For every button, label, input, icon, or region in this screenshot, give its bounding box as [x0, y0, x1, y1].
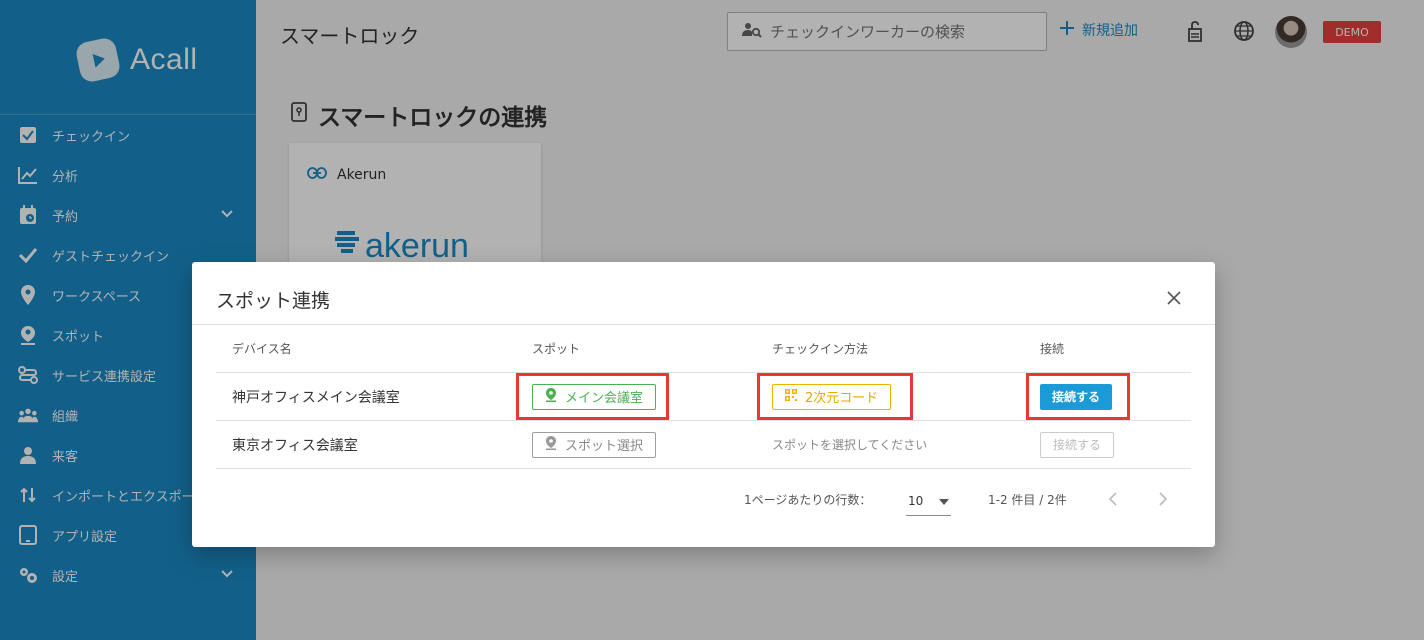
close-icon[interactable] [1162, 286, 1186, 310]
table-header-row: デバイス名 スポット チェックイン方法 接続 [216, 325, 1191, 373]
column-header-connect: 接続 [1040, 342, 1065, 356]
device-name: 神戸オフィスメイン会議室 [232, 389, 400, 406]
checkin-method-cell: スポットを選択してください [772, 421, 927, 468]
highlight-box [516, 373, 669, 420]
checkin-method-placeholder: スポットを選択してください [772, 438, 928, 452]
rows-per-page-value: 10 [908, 493, 924, 508]
spot-select-chip[interactable]: スポット選択 [532, 431, 657, 458]
spot-cell: スポット選択 [532, 421, 657, 468]
chevron-right-icon[interactable] [1158, 485, 1168, 513]
highlight-box [1026, 373, 1130, 420]
spot-chip-label: スポット選択 [565, 439, 644, 454]
rows-per-page-label: 1ページあたりの行数： [744, 492, 872, 507]
table-row: 東京オフィス会議室 スポット選択 スポットを選択してください 接続する [216, 421, 1191, 469]
column-header-spot: スポット [532, 342, 581, 356]
highlight-box [757, 373, 913, 420]
location-person-icon [545, 435, 557, 454]
column-header-checkin-method: チェックイン方法 [772, 342, 869, 356]
column-header-device: デバイス名 [232, 342, 292, 356]
connect-cell: 接続する [1040, 421, 1115, 468]
rows-per-page-select[interactable]: 10 [906, 486, 951, 516]
chevron-left-icon[interactable] [1108, 485, 1118, 513]
device-name: 東京オフィス会議室 [232, 437, 358, 454]
spot-integration-dialog: スポット連携 デバイス名 スポット チェックイン方法 接続 神戸オフィスメイン会… [192, 262, 1215, 547]
connect-button-disabled: 接続する [1040, 431, 1115, 458]
pagination-range: 1-2 件目 / 2件 [988, 492, 1067, 507]
dialog-title: スポット連携 [216, 290, 331, 312]
caret-down-icon [939, 494, 949, 508]
